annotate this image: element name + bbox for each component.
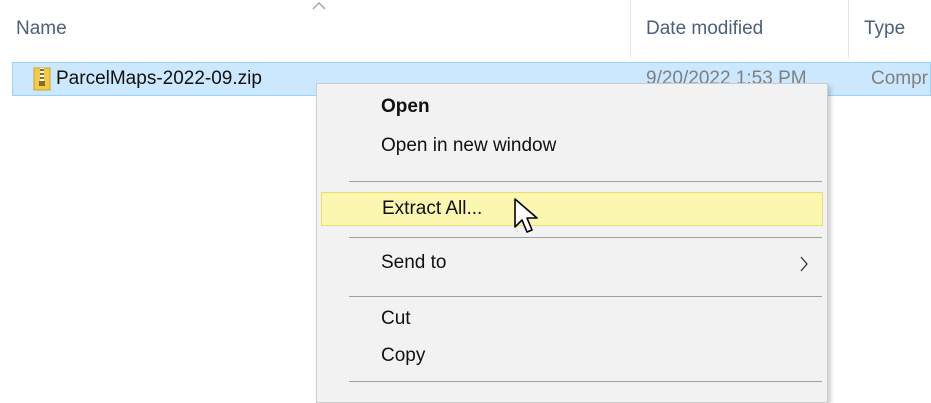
menu-separator — [349, 237, 822, 238]
file-name[interactable]: ParcelMaps-2022-09.zip — [56, 68, 262, 90]
chevron-right-icon — [800, 256, 808, 272]
menu-separator — [349, 381, 822, 382]
context-menu: Open Open in new window Extract All... S… — [316, 83, 828, 403]
menu-item-open[interactable]: Open — [321, 91, 823, 125]
menu-item-label: Cut — [381, 308, 411, 329]
mouse-pointer-icon — [514, 198, 538, 233]
menu-item-extract-all[interactable]: Extract All... — [321, 192, 823, 226]
menu-item-copy[interactable]: Copy — [321, 340, 823, 374]
column-name[interactable]: Name — [16, 18, 67, 40]
menu-item-label: Copy — [381, 345, 426, 366]
zip-folder-icon — [33, 67, 51, 91]
menu-item-open-in-new-window[interactable]: Open in new window — [321, 130, 823, 164]
column-divider[interactable] — [630, 0, 631, 58]
menu-item-label: Extract All... — [382, 198, 483, 219]
menu-item-label: Send to — [381, 252, 447, 273]
column-type[interactable]: Type — [864, 18, 905, 40]
menu-separator — [349, 181, 822, 182]
menu-item-label: Open — [381, 96, 430, 117]
column-header: Name Date modified Type — [0, 0, 931, 58]
column-divider[interactable] — [848, 0, 849, 58]
menu-item-label: Open in new window — [381, 135, 557, 156]
menu-item-send-to[interactable]: Send to — [321, 247, 823, 281]
menu-item-cut[interactable]: Cut — [321, 303, 823, 337]
file-type: Compr — [871, 68, 929, 89]
menu-separator — [349, 296, 822, 297]
sort-ascending-icon[interactable] — [311, 0, 327, 12]
column-date-modified[interactable]: Date modified — [646, 18, 763, 40]
